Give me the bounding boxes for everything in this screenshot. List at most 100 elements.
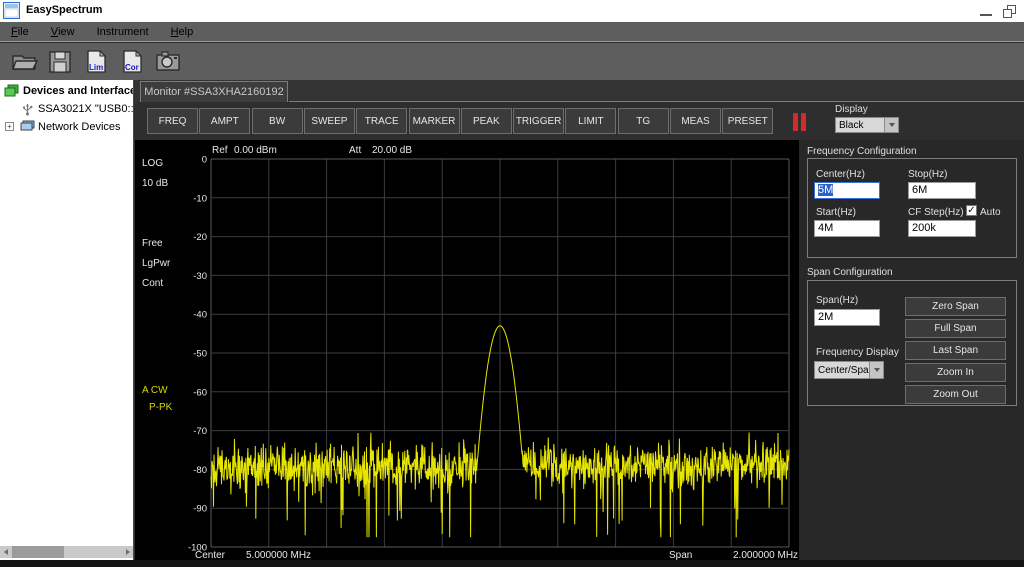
svg-text:2.000000 MHz: 2.000000 MHz bbox=[733, 550, 798, 560]
svg-text:Free: Free bbox=[142, 238, 163, 249]
svg-text:-40: -40 bbox=[193, 310, 207, 321]
svg-text:-80: -80 bbox=[193, 465, 207, 476]
network-icon bbox=[20, 120, 35, 132]
svg-text:Center: Center bbox=[195, 550, 226, 560]
button-marker[interactable]: MARKER bbox=[409, 108, 460, 134]
button-meas[interactable]: MEAS bbox=[670, 108, 721, 134]
button-preset[interactable]: PRESET bbox=[722, 108, 773, 134]
button-sweep[interactable]: SWEEP bbox=[304, 108, 355, 134]
menu-bar: FileViewInstrumentHelp bbox=[0, 22, 1024, 42]
tab-monitor[interactable]: Monitor #SSA3XHA2160192 bbox=[140, 81, 288, 102]
svg-text:-90: -90 bbox=[193, 504, 207, 515]
span-value: 2M bbox=[818, 311, 833, 323]
svg-text:-10: -10 bbox=[193, 193, 207, 204]
button-limit[interactable]: LIMIT bbox=[565, 108, 616, 134]
start-label: Start(Hz) bbox=[816, 207, 856, 218]
minimize-button[interactable] bbox=[976, 2, 996, 20]
frequency-display-dropdown[interactable]: Center/Span bbox=[814, 361, 870, 379]
limit-file-icon[interactable]: Lim bbox=[82, 48, 110, 75]
button-freq[interactable]: FREQ bbox=[147, 108, 198, 134]
span-config-groupbox: Span(Hz) 2M Frequency Display Center/Spa… bbox=[807, 280, 1017, 406]
auto-label: Auto bbox=[980, 207, 1001, 218]
svg-text:Cont: Cont bbox=[142, 278, 163, 289]
scrollbar-thumb[interactable] bbox=[12, 546, 64, 558]
toolbar: Lim Cor bbox=[0, 43, 1024, 80]
tree-item-network-devices[interactable]: + Network Devices bbox=[0, 120, 134, 135]
button-peak[interactable]: PEAK bbox=[461, 108, 512, 134]
menu-item-help[interactable]: Help bbox=[160, 22, 205, 41]
screenshot-icon[interactable] bbox=[154, 48, 182, 75]
scroll-left-icon[interactable] bbox=[0, 546, 12, 558]
button-tg[interactable]: TG bbox=[618, 108, 669, 134]
save-icon[interactable] bbox=[46, 48, 74, 75]
display-label: Display bbox=[835, 104, 885, 115]
usb-icon bbox=[22, 102, 33, 116]
window-title: EasySpectrum bbox=[26, 4, 102, 16]
svg-text:-50: -50 bbox=[193, 349, 207, 360]
instrument-controls-row: Display Black FREQAMPTBWSWEEPTRACEMARKER… bbox=[135, 102, 1024, 140]
svg-text:10 dB: 10 dB bbox=[142, 178, 168, 189]
span-label: Span(Hz) bbox=[816, 295, 858, 306]
svg-text:5.000000 MHz: 5.000000 MHz bbox=[246, 550, 311, 560]
chevron-down-icon[interactable] bbox=[884, 117, 899, 133]
button-trace[interactable]: TRACE bbox=[356, 108, 407, 134]
stop-label: Stop(Hz) bbox=[908, 169, 947, 180]
svg-text:-20: -20 bbox=[193, 232, 207, 243]
svg-text:Att: Att bbox=[349, 145, 361, 156]
svg-text:-60: -60 bbox=[193, 387, 207, 398]
button-trigger[interactable]: TRIGGER bbox=[513, 108, 564, 134]
correction-file-icon[interactable]: Cor bbox=[118, 48, 146, 75]
config-panel: Frequency Configuration Center(Hz) 5M St… bbox=[799, 140, 1024, 560]
svg-text:P-PK: P-PK bbox=[149, 402, 173, 413]
stop-input[interactable]: 6M bbox=[908, 182, 976, 199]
button-ampt[interactable]: AMPT bbox=[199, 108, 250, 134]
button-zero-span[interactable]: Zero Span bbox=[905, 297, 1006, 316]
button-last-span[interactable]: Last Span bbox=[905, 341, 1006, 360]
app-icon bbox=[3, 2, 20, 19]
svg-text:Cor: Cor bbox=[125, 63, 139, 72]
button-bw[interactable]: BW bbox=[252, 108, 303, 134]
window-bottom-edge bbox=[0, 560, 1024, 567]
open-icon[interactable] bbox=[10, 48, 38, 75]
restore-button[interactable] bbox=[1000, 2, 1020, 20]
expand-icon[interactable]: + bbox=[5, 122, 14, 131]
button-full-span[interactable]: Full Span bbox=[905, 319, 1006, 338]
freq-config-title: Frequency Configuration bbox=[807, 146, 917, 157]
menu-item-instrument[interactable]: Instrument bbox=[86, 22, 160, 41]
auto-checkbox[interactable]: ✓ bbox=[966, 205, 977, 216]
center-input[interactable]: 5M bbox=[814, 182, 880, 199]
scroll-right-icon[interactable] bbox=[122, 546, 134, 558]
tab-strip: Monitor #SSA3XHA2160192 bbox=[135, 80, 1024, 102]
button-zoom-in[interactable]: Zoom In bbox=[905, 363, 1006, 382]
svg-text:A CW: A CW bbox=[142, 385, 168, 396]
spectrum-plot: Ref0.00 dBmAtt20.00 dB0-10-20-30-40-50-6… bbox=[135, 140, 799, 560]
span-input[interactable]: 2M bbox=[814, 309, 880, 326]
tree-item-label: Network Devices bbox=[38, 121, 121, 133]
cf-step-input[interactable]: 200k bbox=[908, 220, 976, 237]
svg-text:-70: -70 bbox=[193, 426, 207, 437]
stop-value: 6M bbox=[912, 184, 927, 196]
tree-item-devices-and-interfaces[interactable]: Devices and Interfaces bbox=[0, 84, 134, 99]
start-value: 4M bbox=[818, 222, 833, 234]
title-bar: EasySpectrum bbox=[0, 0, 1024, 22]
tree-horizontal-scrollbar[interactable] bbox=[0, 546, 134, 558]
tab-label: Monitor #SSA3XHA2160192 bbox=[144, 86, 283, 98]
chevron-down-icon[interactable] bbox=[869, 361, 884, 379]
svg-text:-30: -30 bbox=[193, 271, 207, 282]
start-input[interactable]: 4M bbox=[814, 220, 880, 237]
app-window: EasySpectrum FileViewInstrumentHelp Lim … bbox=[0, 0, 1024, 567]
frequency-display-label: Frequency Display bbox=[816, 347, 899, 358]
button-zoom-out[interactable]: Zoom Out bbox=[905, 385, 1006, 404]
tree-item-label: Devices and Interfaces bbox=[23, 85, 134, 97]
span-config-title: Span Configuration bbox=[807, 267, 893, 278]
content-area: Monitor #SSA3XHA2160192 Display Black FR… bbox=[135, 80, 1024, 560]
pause-icon[interactable] bbox=[793, 113, 807, 131]
display-dropdown[interactable]: Black bbox=[835, 117, 885, 133]
tree-item-ssa3021x[interactable]: SSA3021X "USB0::0xF4 bbox=[0, 102, 134, 117]
spectrum-chart: Ref0.00 dBmAtt20.00 dB0-10-20-30-40-50-6… bbox=[135, 140, 799, 560]
svg-text:0.00 dBm: 0.00 dBm bbox=[234, 145, 277, 156]
svg-text:20.00 dB: 20.00 dB bbox=[372, 145, 412, 156]
devices-icon bbox=[4, 84, 19, 97]
menu-item-file[interactable]: File bbox=[0, 22, 40, 41]
menu-item-view[interactable]: View bbox=[40, 22, 86, 41]
